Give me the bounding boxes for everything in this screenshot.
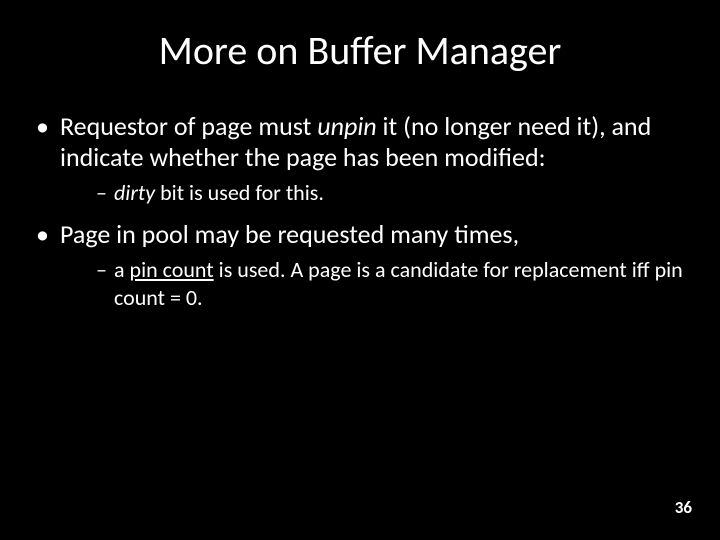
sub-list: dirty bit is used for this. bbox=[60, 179, 684, 207]
bullet-item: Requestor of page must unpin it (no long… bbox=[36, 111, 684, 207]
sub-item: a pin count is used. A page is a candida… bbox=[96, 256, 684, 311]
sub-item: dirty bit is used for this. bbox=[96, 179, 684, 207]
page-number: 36 bbox=[675, 497, 692, 518]
bullet-text: Requestor of page must unpin it (no long… bbox=[60, 110, 651, 173]
sub-text: a pin count is used. A page is a candida… bbox=[114, 256, 683, 311]
sub-text: dirty bit is used for this. bbox=[114, 179, 324, 206]
bullet-item: Page in pool may be requested many times… bbox=[36, 219, 684, 311]
slide-title: More on Buffer Manager bbox=[36, 26, 684, 75]
bullet-list: Requestor of page must unpin it (no long… bbox=[36, 111, 684, 311]
sub-list: a pin count is used. A page is a candida… bbox=[60, 256, 684, 311]
bullet-text: Page in pool may be requested many times… bbox=[60, 218, 519, 250]
slide: More on Buffer Manager Requestor of page… bbox=[0, 0, 720, 540]
